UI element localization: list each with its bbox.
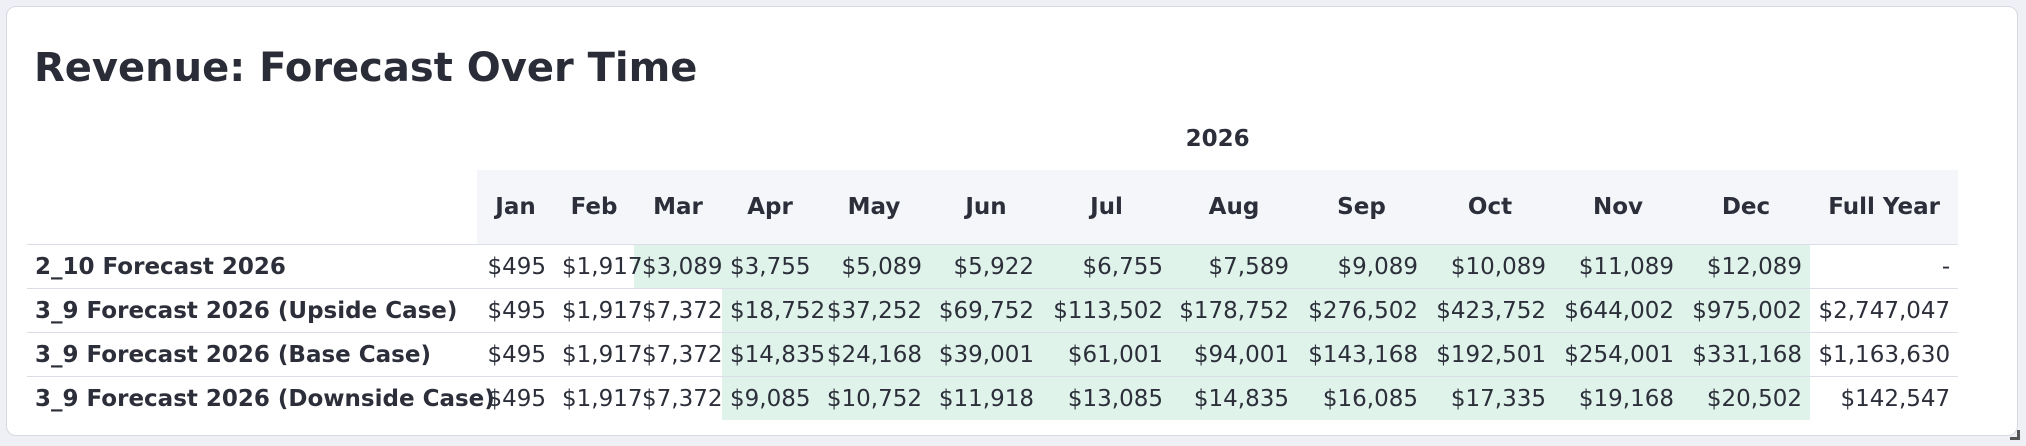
resize-handle[interactable] (2010, 430, 2020, 440)
table-cell: $11,089 (1554, 244, 1682, 289)
table-cell: $24,168 (818, 332, 930, 377)
table-cell: $18,752 (722, 288, 825, 333)
corner-cell (27, 107, 477, 170)
table-cell: $3,089 (634, 244, 722, 289)
column-header[interactable]: Apr (722, 170, 818, 245)
table-cell: $7,372 (634, 332, 722, 377)
table-cell: $7,372 (634, 376, 722, 420)
table-cell: $37,252 (818, 288, 930, 333)
table-cell: $61,001 (1042, 332, 1171, 377)
year-header: 2026 (1185, 125, 1250, 152)
table-row: 3_9 Forecast 2026 (Upside Case) $495 $1,91… (27, 288, 1959, 333)
table-cell: $975,002 (1682, 288, 1810, 333)
table-cell: $495 (477, 244, 554, 289)
table-cell: $276,502 (1297, 288, 1426, 333)
table-body: 2_10 Forecast 2026 $495 $1,917 $3,089 $3,755… (27, 244, 1959, 420)
table-cell: $13,085 (1042, 376, 1171, 420)
row-label: 3_9 Forecast 2026 (Base Case) (27, 332, 477, 377)
table-cell: $495 (477, 288, 554, 333)
table-cell: $495 (477, 332, 554, 377)
table-cell: $113,502 (1042, 288, 1171, 333)
table-cell: $69,752 (930, 288, 1042, 333)
column-header[interactable]: Mar (634, 170, 722, 245)
table-cell: $1,917 (554, 376, 642, 420)
table-cell: $178,752 (1171, 288, 1297, 333)
table-cell: $7,372 (634, 288, 722, 333)
column-header[interactable]: Jun (930, 170, 1042, 245)
corner-cell (27, 170, 477, 245)
table-cell: $1,917 (554, 244, 642, 289)
table-cell: $1,917 (554, 288, 642, 333)
table-row: 2_10 Forecast 2026 $495 $1,917 $3,089 $3,755… (27, 244, 1959, 289)
table-cell: - (1810, 244, 1959, 289)
column-header[interactable]: Sep (1297, 170, 1426, 245)
column-header[interactable]: Dec (1682, 170, 1810, 245)
table-cell: $495 (477, 376, 554, 420)
column-header[interactable]: Aug (1171, 170, 1297, 245)
table-cell: $11,918 (930, 376, 1042, 420)
table-cell: $5,922 (930, 244, 1042, 289)
table-cell: $143,168 (1297, 332, 1426, 377)
column-header[interactable]: Full Year (1810, 170, 1959, 245)
column-header[interactable]: Jan (477, 170, 554, 245)
row-label: 3_9 Forecast 2026 (Downside Case) (27, 376, 495, 420)
column-header[interactable]: Feb (554, 170, 634, 245)
table-cell: $16,085 (1297, 376, 1426, 420)
table-cell: $1,163,630 (1810, 332, 1959, 377)
table-cell: $6,755 (1042, 244, 1171, 289)
table-cell: $192,501 (1426, 332, 1554, 377)
table-cell: $17,335 (1426, 376, 1554, 420)
table-row: 3_9 Forecast 2026 (Base Case) $495 $1,917 $… (27, 332, 1959, 377)
table-cell: $5,089 (818, 244, 930, 289)
table-cell: $20,502 (1682, 376, 1810, 420)
row-label: 2_10 Forecast 2026 (27, 244, 477, 289)
table-cell: $9,085 (722, 376, 818, 420)
page-title: Revenue: Forecast Over Time (34, 45, 698, 91)
table-cell: $7,589 (1171, 244, 1297, 289)
table-cell: $2,747,047 (1810, 288, 1959, 333)
table-cell: $19,168 (1554, 376, 1682, 420)
table-cell: $331,168 (1682, 332, 1810, 377)
table-cell: $423,752 (1426, 288, 1554, 333)
table-cell: $9,089 (1297, 244, 1426, 289)
row-label: 3_9 Forecast 2026 (Upside Case) (27, 288, 477, 333)
table-cell: $142,547 (1810, 376, 1959, 420)
column-header[interactable]: Oct (1426, 170, 1554, 245)
table-cell: $12,089 (1682, 244, 1810, 289)
year-header-row: 2026 (27, 107, 1958, 170)
table-cell: $644,002 (1554, 288, 1682, 333)
column-header[interactable]: Jul (1042, 170, 1171, 245)
table-cell: $10,089 (1426, 244, 1554, 289)
table-cell: $14,835 (722, 332, 825, 377)
table-cell: $254,001 (1554, 332, 1682, 377)
column-header[interactable]: May (818, 170, 930, 245)
table-row: 3_9 Forecast 2026 (Downside Case) $495 $1,… (27, 376, 1959, 420)
table-cell: $94,001 (1171, 332, 1297, 377)
month-header-row: Jan Feb Mar Apr May Jun Jul Aug Sep Oct Nov Dec Full… (27, 170, 1959, 245)
table-cell: $1,917 (554, 332, 642, 377)
column-header[interactable]: Nov (1554, 170, 1682, 245)
table-cell: $3,755 (722, 244, 818, 289)
forecast-table: 2026 Jan Feb Mar Apr May Jun Jul Aug Sep Oct Nov De… (27, 107, 1959, 420)
table-cell: $10,752 (818, 376, 930, 420)
table-cell: $14,835 (1171, 376, 1297, 420)
table-cell: $39,001 (930, 332, 1042, 377)
